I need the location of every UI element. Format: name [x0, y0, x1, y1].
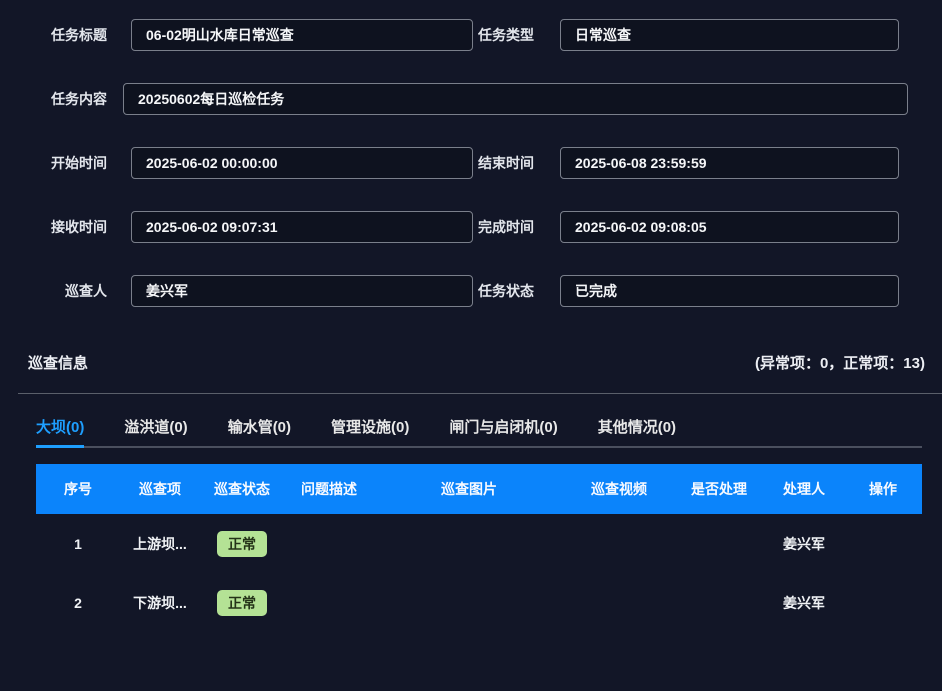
cell-problem-description	[284, 514, 374, 573]
cell-inspection-item: 下游坝...	[120, 573, 200, 632]
header-inspection-status: 巡查状态	[200, 464, 284, 514]
header-inspection-item: 巡查项	[120, 464, 200, 514]
form-row-inspector-status: 巡查人 任务状态	[0, 275, 942, 307]
section-divider	[18, 393, 942, 394]
header-index: 序号	[36, 464, 120, 514]
finish-time-input[interactable]	[560, 211, 899, 243]
table-header-row: 序号 巡查项 巡查状态 问题描述 巡查图片 巡查视频 是否处理 处理人 操作	[36, 464, 922, 514]
tab-other[interactable]: 其他情况(0)	[598, 408, 676, 446]
task-type-label: 任务类型	[473, 25, 534, 45]
task-detail-page: 任务标题 任务类型 任务内容 开始时间 结束时间 接收时间 完成时间 巡查人 任…	[0, 0, 942, 691]
form-row-start-end: 开始时间 结束时间	[0, 147, 942, 179]
cell-index: 1	[36, 514, 120, 573]
cell-action	[844, 514, 922, 573]
inspection-tabs: 大坝(0) 溢洪道(0) 输水管(0) 管理设施(0) 闸门与启闭机(0) 其他…	[36, 408, 922, 448]
task-status-input[interactable]	[560, 275, 899, 307]
task-detail-form: 任务标题 任务类型 任务内容 开始时间 结束时间 接收时间 完成时间 巡查人 任…	[0, 0, 942, 307]
header-problem-description: 问题描述	[284, 464, 374, 514]
header-inspection-video: 巡查视频	[564, 464, 674, 514]
cell-inspection-video	[564, 573, 674, 632]
header-handled: 是否处理	[674, 464, 764, 514]
task-type-input[interactable]	[560, 19, 899, 51]
cell-inspection-video	[564, 514, 674, 573]
status-badge: 正常	[217, 531, 267, 557]
tab-spillway[interactable]: 溢洪道(0)	[124, 408, 187, 446]
receive-time-label: 接收时间	[0, 217, 107, 237]
cell-handled	[674, 573, 764, 632]
task-title-label: 任务标题	[0, 25, 107, 45]
task-content-input[interactable]	[123, 83, 908, 115]
cell-problem-description	[284, 573, 374, 632]
cell-inspection-item: 上游坝...	[120, 514, 200, 573]
cell-inspection-status: 正常	[200, 573, 284, 632]
cell-index: 2	[36, 573, 120, 632]
finish-time-label: 完成时间	[473, 217, 534, 237]
cell-handler: 姜兴军	[764, 573, 844, 632]
task-status-label: 任务状态	[473, 281, 534, 301]
receive-time-input[interactable]	[131, 211, 473, 243]
end-time-label: 结束时间	[473, 153, 534, 173]
tab-water-pipe[interactable]: 输水管(0)	[228, 408, 291, 446]
cell-action	[844, 573, 922, 632]
form-row-receive-finish: 接收时间 完成时间	[0, 211, 942, 243]
header-inspection-image: 巡查图片	[374, 464, 564, 514]
inspector-input[interactable]	[131, 275, 473, 307]
inspection-section-header: 巡查信息 (异常项：0，正常项：13)	[28, 352, 925, 373]
inspection-table: 序号 巡查项 巡查状态 问题描述 巡查图片 巡查视频 是否处理 处理人 操作 1…	[36, 464, 922, 632]
header-handler: 处理人	[764, 464, 844, 514]
cell-handler: 姜兴军	[764, 514, 844, 573]
form-row-title-type: 任务标题 任务类型	[0, 19, 942, 51]
section-title: 巡查信息	[28, 352, 88, 373]
form-row-content: 任务内容	[0, 83, 942, 115]
status-badge: 正常	[217, 590, 267, 616]
cell-inspection-image	[374, 573, 564, 632]
table-row: 1 上游坝... 正常 姜兴军	[36, 514, 922, 573]
cell-inspection-status: 正常	[200, 514, 284, 573]
header-action: 操作	[844, 464, 922, 514]
cell-handled	[674, 514, 764, 573]
task-content-label: 任务内容	[0, 89, 107, 109]
inspector-label: 巡查人	[0, 281, 107, 301]
table-row: 2 下游坝... 正常 姜兴军	[36, 573, 922, 632]
start-time-label: 开始时间	[0, 153, 107, 173]
start-time-input[interactable]	[131, 147, 473, 179]
task-title-input[interactable]	[131, 19, 473, 51]
tab-management-facility[interactable]: 管理设施(0)	[331, 408, 409, 446]
section-summary: (异常项：0，正常项：13)	[755, 352, 925, 373]
tab-dam[interactable]: 大坝(0)	[36, 408, 84, 446]
end-time-input[interactable]	[560, 147, 899, 179]
tab-gate-hoist[interactable]: 闸门与启闭机(0)	[449, 408, 557, 446]
cell-inspection-image	[374, 514, 564, 573]
